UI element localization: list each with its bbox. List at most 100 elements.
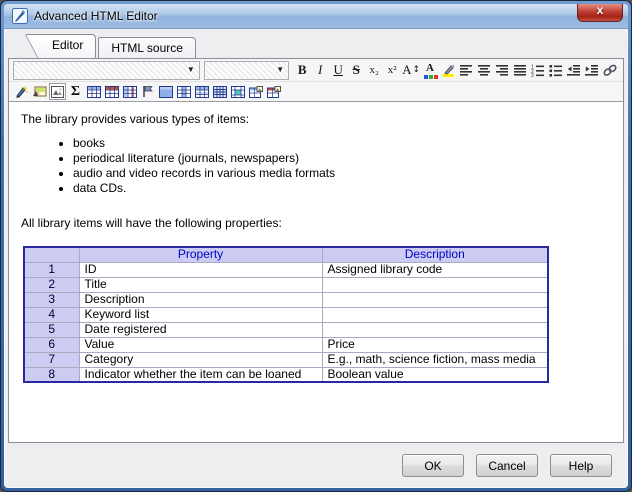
bold-button[interactable]: B: [293, 61, 311, 80]
unordered-list-button[interactable]: [547, 61, 565, 80]
insert-symbol-button[interactable]: Σ: [67, 83, 84, 100]
list-item: audio and video records in various media…: [73, 166, 611, 181]
indent-button[interactable]: [583, 61, 601, 80]
insert-table-button[interactable]: [85, 83, 102, 100]
spell-check-button[interactable]: [13, 83, 30, 100]
tab-html-source[interactable]: HTML source: [98, 37, 196, 58]
table-row: 4 Keyword list: [23, 306, 549, 323]
cell-description[interactable]: E.g., math, science fiction, mass media: [321, 351, 549, 368]
header-cell-description[interactable]: Description: [321, 246, 549, 263]
hyperlink-button[interactable]: [601, 61, 619, 80]
ok-button[interactable]: OK: [402, 454, 464, 477]
table-image-delete-button[interactable]: [265, 83, 282, 100]
list-item: periodical literature (journals, newspap…: [73, 151, 611, 166]
cell-description[interactable]: [321, 291, 549, 308]
svg-text:3: 3: [531, 73, 534, 77]
cell-property[interactable]: Description: [78, 291, 323, 308]
cancel-button[interactable]: Cancel: [476, 454, 538, 477]
table-row: 3 Description: [23, 291, 549, 308]
header-cell-number[interactable]: [23, 246, 80, 263]
cell-property[interactable]: Category: [78, 351, 323, 368]
cell-description[interactable]: Price: [321, 336, 549, 353]
cell-property[interactable]: Date registered: [78, 321, 323, 338]
cell-rownum[interactable]: 7: [23, 351, 80, 368]
close-button[interactable]: x: [577, 4, 623, 22]
table-blue-header-icon: [86, 85, 101, 98]
cell-property[interactable]: Title: [78, 276, 323, 293]
table-grid-icon: [212, 85, 227, 98]
table-row: 5 Date registered: [23, 321, 549, 338]
cell-description[interactable]: Assigned library code: [321, 261, 549, 278]
cell-color-button[interactable]: [229, 83, 246, 100]
underline-button[interactable]: U: [329, 61, 347, 80]
up-down-arrows-icon: ↕: [412, 65, 421, 75]
flag-icon: [143, 86, 153, 97]
tab-editor[interactable]: Editor: [40, 34, 97, 58]
cell-rownum[interactable]: 1: [23, 261, 80, 278]
table-image-button[interactable]: [247, 83, 264, 100]
align-left-button[interactable]: [457, 61, 475, 80]
font-size-letter: A: [402, 62, 412, 77]
table-properties-button[interactable]: [103, 83, 120, 100]
cell-properties-button[interactable]: [121, 83, 138, 100]
tab-strip: Editor HTML source: [4, 29, 628, 58]
align-center-icon: [477, 64, 490, 76]
font-family-select[interactable]: ▼: [13, 60, 200, 80]
strikethrough-button[interactable]: S: [347, 61, 365, 80]
insert-column-button[interactable]: [175, 83, 192, 100]
editor-canvas[interactable]: The library provides various types of it…: [9, 102, 623, 442]
format-toolbar: ▼ ▼ B I U S x₂ x² A ↕ A 1 2 3: [9, 59, 623, 82]
highlight-button[interactable]: [439, 61, 457, 80]
highlighter-icon: [442, 64, 454, 77]
cell-rownum[interactable]: 4: [23, 306, 80, 323]
italic-button[interactable]: I: [311, 61, 329, 80]
ordered-list-button[interactable]: 1 2 3: [529, 61, 547, 80]
cell-property[interactable]: Value: [78, 336, 323, 353]
numbered-list-icon: 1 2 3: [531, 64, 544, 77]
cell-rownum[interactable]: 6: [23, 336, 80, 353]
cell-description[interactable]: [321, 276, 549, 293]
cell-property[interactable]: Indicator whether the item can be loaned: [78, 366, 323, 383]
align-right-button[interactable]: [493, 61, 511, 80]
dialog-footer: OK Cancel Help: [4, 443, 628, 488]
cell-rownum[interactable]: 3: [23, 291, 80, 308]
header-cell-property[interactable]: Property: [78, 246, 323, 263]
font-size-select[interactable]: ▼: [203, 60, 290, 80]
cell-description[interactable]: [321, 321, 549, 338]
image-properties-button[interactable]: [49, 83, 66, 100]
bullet-list-icon: [549, 64, 562, 77]
align-left-icon: [459, 64, 472, 76]
merge-cells-button[interactable]: [157, 83, 174, 100]
justify-button[interactable]: [511, 61, 529, 80]
cell-rownum[interactable]: 5: [23, 321, 80, 338]
editor-panel: ▼ ▼ B I U S x₂ x² A ↕ A 1 2 3 Σ The libr…: [8, 58, 624, 443]
font-size-button[interactable]: A ↕: [401, 61, 421, 80]
align-center-button[interactable]: [475, 61, 493, 80]
cell-description[interactable]: [321, 306, 549, 323]
list-item: books: [73, 136, 611, 151]
insert-toolbar: Σ: [9, 82, 623, 102]
insert-row-button[interactable]: [193, 83, 210, 100]
chevron-down-icon: ▼: [186, 65, 195, 74]
font-color-button[interactable]: A: [421, 61, 439, 80]
cell-rownum[interactable]: 8: [23, 366, 80, 383]
outdent-button[interactable]: [565, 61, 583, 80]
subscript-button[interactable]: x₂: [365, 61, 383, 80]
app-icon: [12, 8, 28, 24]
table-header-row: Property Description: [23, 246, 549, 263]
table-red-header-icon: [104, 85, 119, 98]
cell-rownum[interactable]: 2: [23, 276, 80, 293]
table-row: 7 Category E.g., math, science fiction, …: [23, 351, 549, 368]
cell-description[interactable]: Boolean value: [321, 366, 549, 383]
cell-property[interactable]: ID: [78, 261, 323, 278]
insert-image-button[interactable]: [31, 83, 48, 100]
justify-icon: [513, 64, 526, 76]
cell-property[interactable]: Keyword list: [78, 306, 323, 323]
table-row: 6 Value Price: [23, 336, 549, 353]
insert-anchor-button[interactable]: [139, 83, 156, 100]
properties-table: Property Description 1 ID Assigned libra…: [23, 246, 549, 383]
titlebar[interactable]: Advanced HTML Editor x: [4, 4, 628, 29]
split-cells-button[interactable]: [211, 83, 228, 100]
help-button[interactable]: Help: [550, 454, 612, 477]
superscript-button[interactable]: x²: [383, 61, 401, 80]
